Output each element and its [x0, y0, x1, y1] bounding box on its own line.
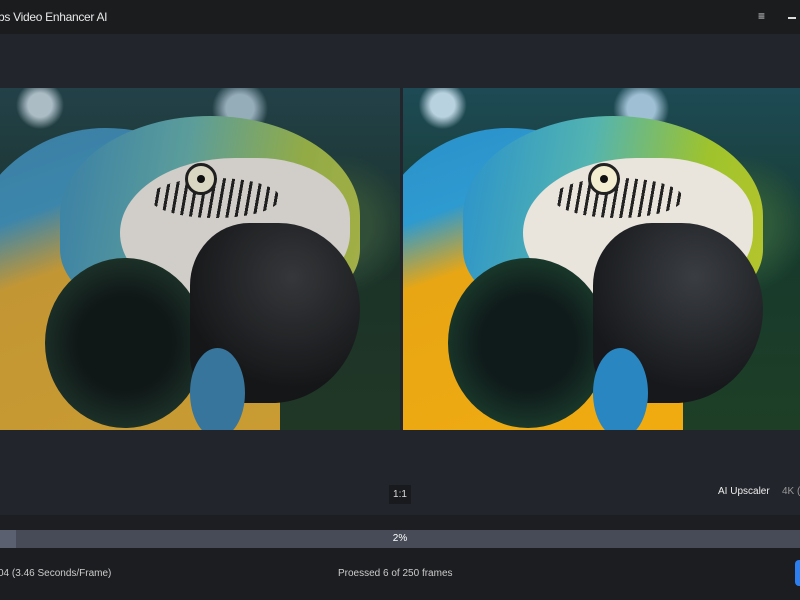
stop-button[interactable] [795, 560, 800, 586]
ratio-button[interactable]: 1:1 [389, 485, 411, 504]
status-footer: 04 (3.46 Seconds/Frame) Proessed 6 of 25… [0, 548, 800, 600]
time-remaining: 04 (3.46 Seconds/Frame) [0, 568, 112, 579]
original-preview [0, 88, 400, 430]
divider [0, 515, 800, 530]
minimize-icon[interactable] [788, 17, 796, 19]
app-title: bs Video Enhancer AI [0, 10, 108, 24]
frames-processed: Proessed 6 of 250 frames [338, 568, 453, 579]
enhanced-preview [403, 88, 800, 430]
progress-bar: 2% [0, 530, 800, 548]
model-label: AI Upscaler [718, 486, 770, 497]
progress-label: 2% [392, 533, 408, 544]
hamburger-menu-icon[interactable]: ≡ [758, 10, 768, 22]
title-bar: bs Video Enhancer AI ≡ [0, 0, 800, 34]
model-select[interactable]: 4K ( [782, 486, 800, 497]
